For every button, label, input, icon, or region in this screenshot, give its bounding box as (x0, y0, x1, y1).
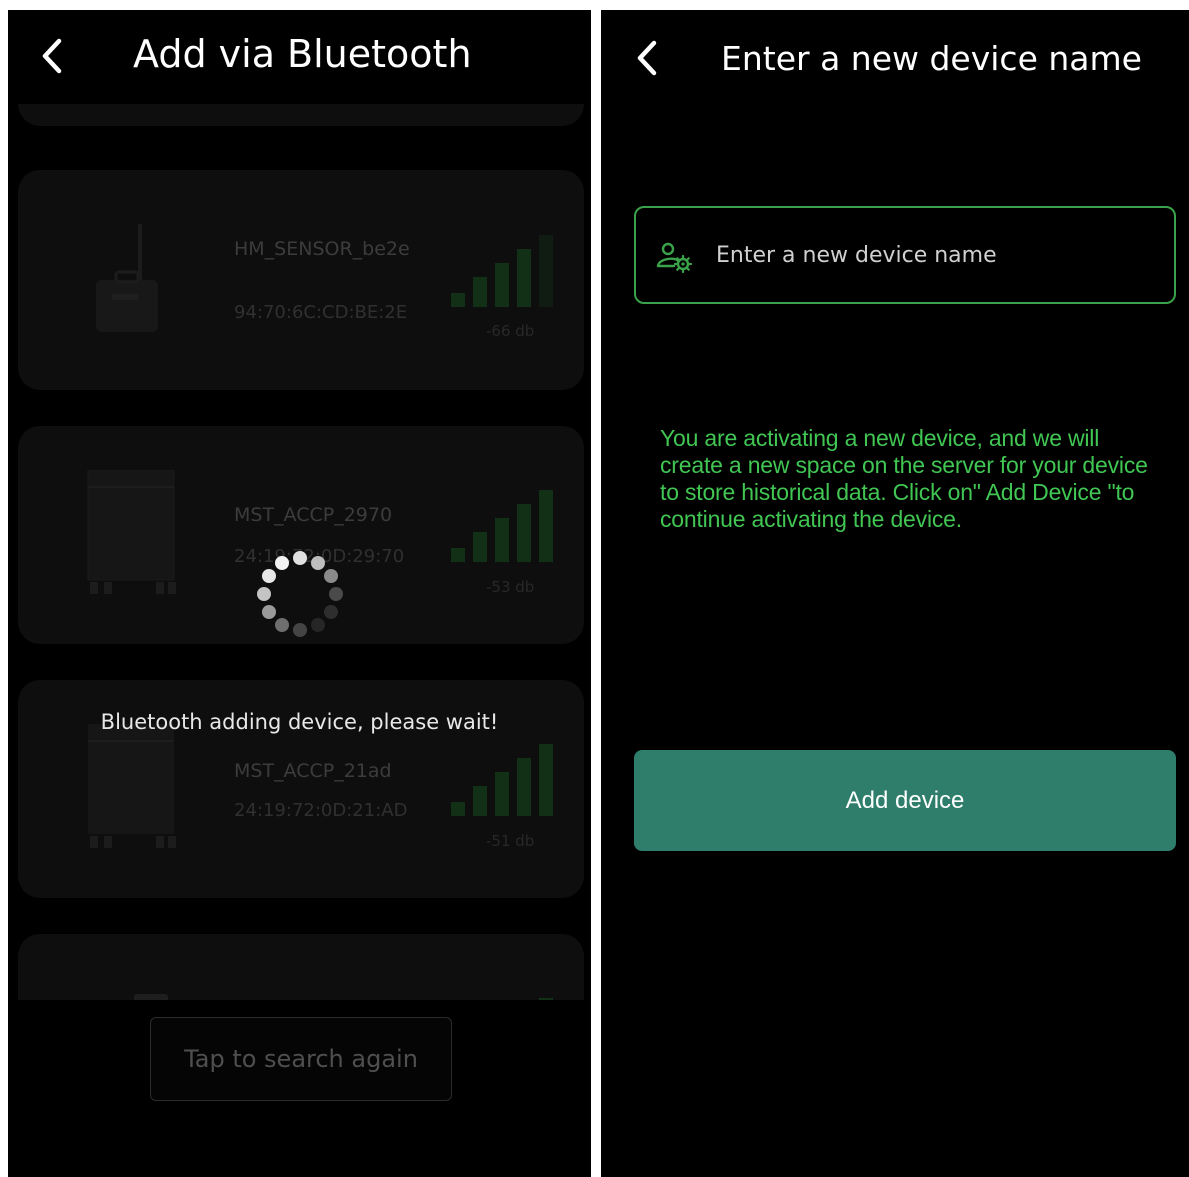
add-device-button[interactable]: Add device (634, 750, 1176, 851)
spinner-dot (275, 555, 289, 570)
back-button[interactable] (627, 36, 667, 80)
spinner-dot (261, 605, 276, 619)
activation-info-text: You are activating a new device, and we … (660, 425, 1148, 532)
loading-spinner-icon (254, 548, 346, 640)
search-again-button[interactable]: Tap to search again (150, 1017, 452, 1101)
user-settings-icon (656, 242, 692, 274)
page-title: Add via Bluetooth (133, 32, 472, 76)
page-title: Enter a new device name (721, 39, 1142, 78)
spinner-dot (293, 623, 307, 637)
device-name-field[interactable] (634, 206, 1176, 304)
spinner-dot (257, 587, 271, 601)
spinner-dot (311, 618, 325, 633)
add-via-bluetooth-screen: Add via Bluetooth HM_SENSOR_be2e 94:70:6… (8, 10, 591, 1177)
loading-message: Bluetooth adding device, please wait! (100, 710, 499, 734)
spinner-dot (275, 618, 289, 633)
back-chevron-icon (637, 40, 657, 76)
back-button[interactable] (32, 34, 72, 78)
device-name-input[interactable] (716, 208, 1156, 302)
spinner-dot (261, 569, 276, 583)
back-chevron-icon (42, 38, 62, 74)
spinner-dot (324, 569, 339, 583)
spinner-dot (329, 587, 343, 601)
spinner-dot (293, 551, 307, 565)
device-name-screen: Enter a new device name You are activati… (601, 10, 1189, 1177)
spinner-dot (324, 605, 339, 619)
spinner-dot (311, 555, 325, 570)
